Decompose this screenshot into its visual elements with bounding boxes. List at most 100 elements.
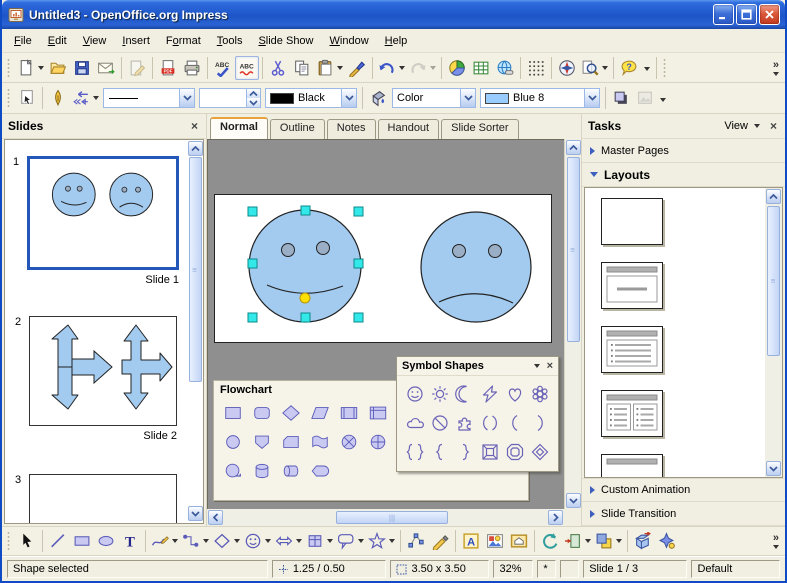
symbol-shape-heart[interactable] xyxy=(502,379,527,408)
flowchart-shape-or[interactable] xyxy=(334,427,363,456)
scroll-down-icon[interactable] xyxy=(766,461,781,476)
area-dialog-button[interactable] xyxy=(366,86,390,110)
flowchart-shape-decision[interactable] xyxy=(276,398,305,427)
scroll-up-icon[interactable] xyxy=(766,189,781,204)
titlebar[interactable]: Untitled3 - OpenOffice.org Impress xyxy=(2,0,785,29)
symbol-shape-octagon-bevel[interactable] xyxy=(502,437,527,466)
open-button[interactable] xyxy=(46,56,70,80)
tab-slide-sorter[interactable]: Slide Sorter xyxy=(441,119,518,139)
symbol-shape-moon[interactable] xyxy=(452,379,477,408)
symbol-shape-double-brace[interactable] xyxy=(402,437,427,466)
basic-shapes-button[interactable] xyxy=(211,529,242,553)
connector-tool-button[interactable] xyxy=(180,529,211,553)
minimize-button[interactable] xyxy=(713,4,734,25)
interaction-button[interactable] xyxy=(655,529,679,553)
flowchart-shape-internal-storage[interactable] xyxy=(363,398,392,427)
copy-button[interactable] xyxy=(290,56,314,80)
print-button[interactable] xyxy=(180,56,204,80)
slides-panel-close-icon[interactable]: × xyxy=(189,119,200,133)
menu-edit[interactable]: Edit xyxy=(40,32,75,50)
flowchart-shape-punched-tape[interactable] xyxy=(305,427,334,456)
cut-button[interactable] xyxy=(266,56,290,80)
fill-color-combobox[interactable]: Blue 8 xyxy=(480,88,600,108)
slide-canvas[interactable] xyxy=(214,194,552,343)
section-master-pages[interactable]: Master Pages xyxy=(582,139,785,163)
rectangle-tool-button[interactable] xyxy=(70,529,94,553)
toolbar-overflow-icon[interactable]: » xyxy=(769,528,783,554)
layout-option-title-content-1[interactable] xyxy=(601,262,663,309)
format-paintbrush-button[interactable] xyxy=(345,56,369,80)
layout-option-blank-0[interactable] xyxy=(601,198,663,245)
status-segment-object-size[interactable]: 3.50 x 3.50 xyxy=(390,560,489,578)
flowchart-shape-sequential-access[interactable] xyxy=(218,456,247,485)
symbol-shape-right-bracket[interactable] xyxy=(527,408,552,437)
symbol-shape-left-brace[interactable] xyxy=(427,437,452,466)
dropdown-arrow-icon[interactable] xyxy=(584,89,599,107)
symbol-shape-lightning[interactable] xyxy=(477,379,502,408)
slides-scrollbar[interactable]: ≡ xyxy=(187,140,203,523)
block-arrows-button[interactable] xyxy=(273,529,304,553)
spellcheck-button[interactable]: ABC xyxy=(211,56,235,80)
scrollbar-thumb[interactable]: ≡ xyxy=(189,157,202,382)
flowchart-shape-display[interactable] xyxy=(305,456,334,485)
insert-from-file-button[interactable] xyxy=(483,529,507,553)
menu-insert[interactable]: Insert xyxy=(114,32,158,50)
drawing-workspace[interactable]: Flowchart Symbol Shapes × xyxy=(207,139,564,509)
gallery-button[interactable] xyxy=(507,529,531,553)
toolbar-overflow-icon[interactable]: » xyxy=(769,55,783,81)
new-document-button[interactable] xyxy=(15,56,46,80)
layout-option-title-bullets-2[interactable] xyxy=(601,326,663,373)
tab-handout[interactable]: Handout xyxy=(378,119,440,139)
symbol-shape-prohibited[interactable] xyxy=(427,408,452,437)
symbol-shape-square-bevel[interactable] xyxy=(477,437,502,466)
area-style-combobox[interactable]: Color xyxy=(392,88,476,108)
flowchart-shape-connector[interactable] xyxy=(218,427,247,456)
fontwork-gallery-button[interactable]: A xyxy=(459,529,483,553)
status-segment-zoom-level[interactable]: 32% xyxy=(493,560,533,578)
close-button[interactable] xyxy=(759,4,780,25)
scroll-down-icon[interactable] xyxy=(566,493,581,508)
symbol-shape-left-bracket[interactable] xyxy=(502,408,527,437)
ellipse-tool-button[interactable] xyxy=(94,529,118,553)
toolbar-grip[interactable] xyxy=(7,58,12,78)
menu-file[interactable]: File xyxy=(6,32,40,50)
line-color-combobox[interactable]: Black xyxy=(265,88,357,108)
layout-option-title-two-content-3[interactable] xyxy=(601,390,663,437)
scroll-left-icon[interactable] xyxy=(208,510,223,525)
flowchart-shape-predefined-process[interactable] xyxy=(334,398,363,427)
menu-tools[interactable]: Tools xyxy=(209,32,251,50)
navigator-button[interactable] xyxy=(555,56,579,80)
symbol-shape-cloud[interactable] xyxy=(402,408,427,437)
dropdown-arrow-icon[interactable] xyxy=(341,89,356,107)
auto-spellcheck-button[interactable]: ABC xyxy=(235,56,259,80)
line-width-spinner[interactable] xyxy=(199,88,261,108)
status-segment-slide-indicator[interactable]: Slide 1 / 3 xyxy=(583,560,687,578)
symbol-shapes-button[interactable] xyxy=(242,529,273,553)
symbol-shape-sun[interactable] xyxy=(427,379,452,408)
scroll-right-icon[interactable] xyxy=(548,510,563,525)
extrusion-toggle-button[interactable] xyxy=(631,529,655,553)
line-dialog-button[interactable] xyxy=(46,86,70,110)
curve-tool-button[interactable] xyxy=(149,529,180,553)
flowchart-shape-magnetic-disk[interactable] xyxy=(247,456,276,485)
symbol-shape-double-bracket[interactable] xyxy=(477,408,502,437)
status-segment-status-text[interactable]: Shape selected xyxy=(7,560,268,578)
glue-points-button[interactable] xyxy=(428,529,452,553)
paste-button[interactable] xyxy=(314,56,345,80)
flowchart-shape-card[interactable] xyxy=(276,427,305,456)
zoom-button[interactable] xyxy=(579,56,610,80)
symbol-shape-right-brace[interactable] xyxy=(452,437,477,466)
horizontal-scrollbar[interactable]: ||| xyxy=(207,509,564,526)
display-grid-button[interactable] xyxy=(524,56,548,80)
symbol-shape-puzzle[interactable] xyxy=(452,408,477,437)
save-button[interactable] xyxy=(70,56,94,80)
flowchart-shape-direct-access-storage[interactable] xyxy=(276,456,305,485)
export-pdf-button[interactable]: PDF xyxy=(156,56,180,80)
slide-3-preview[interactable] xyxy=(29,474,177,524)
layout-option-title-only-4[interactable] xyxy=(601,454,663,477)
section-layouts[interactable]: Layouts xyxy=(582,163,785,187)
menu-format[interactable]: Format xyxy=(158,32,209,50)
flowchart-shape-off-page-connector[interactable] xyxy=(247,427,276,456)
symbol-shape-flower[interactable] xyxy=(527,379,552,408)
status-segment-modified-flag[interactable]: * xyxy=(537,560,556,578)
